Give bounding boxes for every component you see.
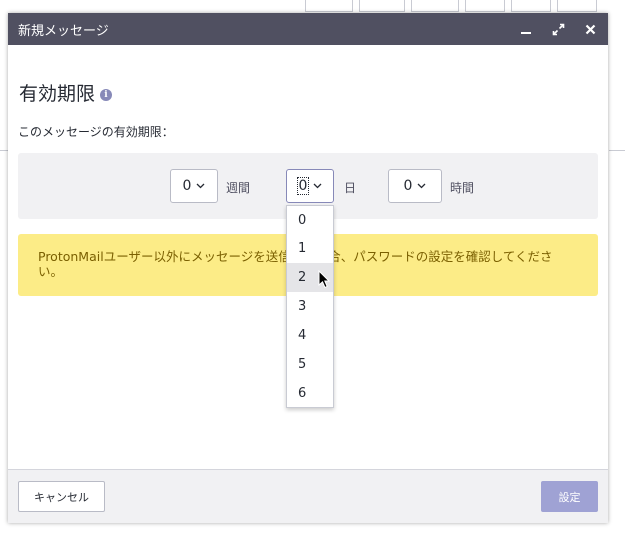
days-dropdown-list: 0 1 2 3 4 5 6 bbox=[286, 205, 334, 408]
info-icon[interactable]: i bbox=[100, 88, 113, 101]
hours-value: 0 bbox=[403, 178, 413, 194]
background-divider bbox=[0, 150, 8, 151]
bg-toolbar-button bbox=[359, 0, 405, 12]
dropdown-option[interactable]: 3 bbox=[287, 292, 333, 321]
header-actions bbox=[518, 21, 598, 37]
weeks-value: 0 bbox=[182, 178, 192, 194]
dropdown-option[interactable]: 1 bbox=[287, 234, 333, 263]
chevron-down-icon bbox=[196, 183, 205, 189]
dropdown-option[interactable]: 0 bbox=[287, 206, 333, 234]
modal-footer: キャンセル 設定 bbox=[8, 469, 608, 523]
maximize-icon[interactable] bbox=[550, 21, 566, 37]
modal-title: 新規メッセージ bbox=[18, 23, 109, 39]
modal-header: 新規メッセージ bbox=[8, 13, 608, 45]
bg-toolbar-button bbox=[511, 0, 551, 12]
close-icon[interactable] bbox=[582, 21, 598, 37]
bg-toolbar-button bbox=[465, 0, 505, 12]
dropdown-option[interactable]: 6 bbox=[287, 379, 333, 408]
dropdown-option[interactable]: 2 bbox=[287, 263, 333, 292]
expiration-description: このメッセージの有効期限： bbox=[18, 125, 174, 139]
hours-select[interactable]: 0 bbox=[388, 169, 442, 203]
weeks-select[interactable]: 0 bbox=[170, 169, 218, 203]
minimize-icon[interactable] bbox=[518, 21, 534, 37]
days-unit-label: 日 bbox=[344, 181, 357, 195]
days-select[interactable]: 0 bbox=[286, 169, 334, 203]
hours-unit-label: 時間 bbox=[450, 181, 475, 195]
set-button[interactable]: 設定 bbox=[541, 481, 598, 512]
bg-toolbar-button bbox=[305, 0, 353, 12]
dropdown-option[interactable]: 5 bbox=[287, 350, 333, 379]
dropdown-option[interactable]: 4 bbox=[287, 321, 333, 350]
bg-toolbar-button bbox=[411, 0, 459, 12]
background-divider bbox=[609, 150, 625, 151]
weeks-unit-label: 週間 bbox=[226, 181, 251, 195]
chevron-down-icon bbox=[313, 183, 322, 189]
cancel-button[interactable]: キャンセル bbox=[18, 481, 105, 512]
chevron-down-icon bbox=[417, 183, 426, 189]
bg-toolbar-button bbox=[557, 0, 597, 12]
background-toolbar bbox=[305, 0, 625, 12]
heading-text: 有効期限 bbox=[19, 83, 96, 105]
page-title: 有効期限 i bbox=[19, 79, 113, 106]
days-value: 0 bbox=[296, 177, 310, 195]
